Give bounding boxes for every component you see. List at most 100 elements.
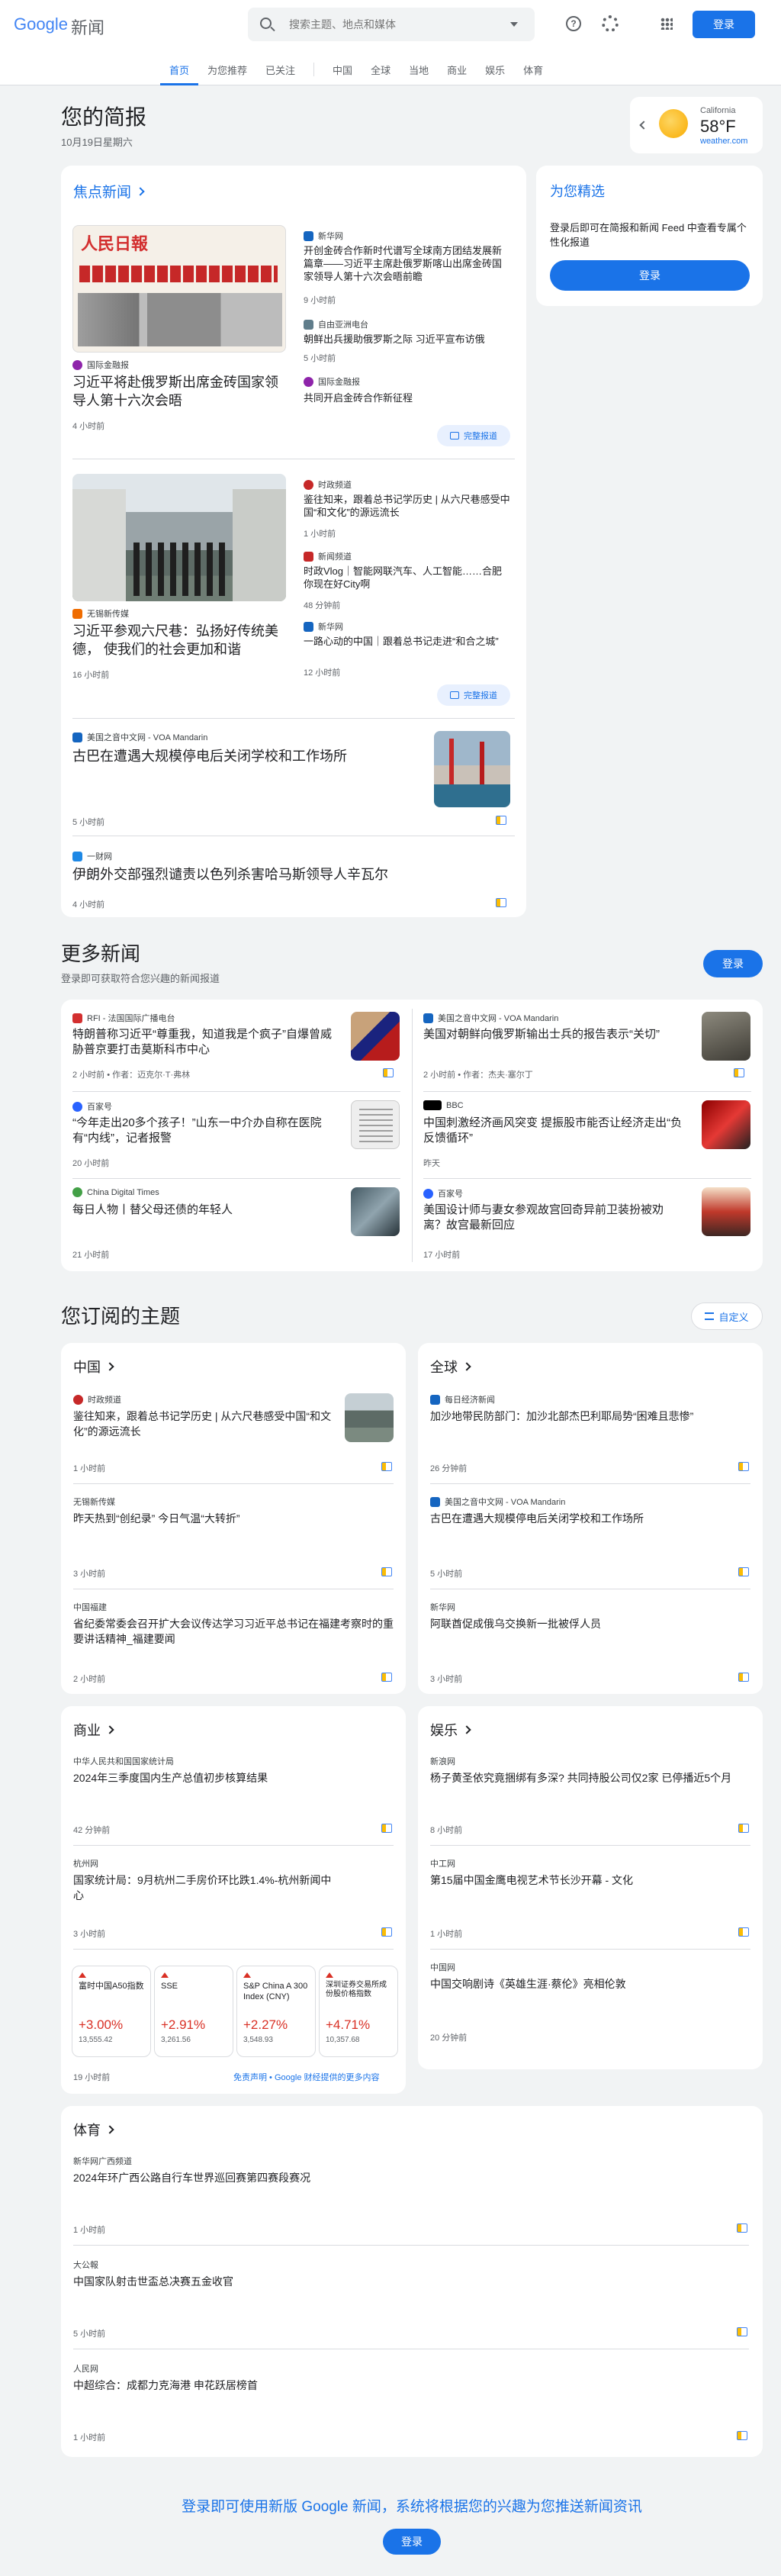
china-item2-headline[interactable]: 昨天热到“创纪录” 今日气温“大转折” bbox=[73, 1511, 378, 1526]
settings-gear-icon[interactable] bbox=[602, 15, 619, 32]
biz-item2-headline[interactable]: 国家统计局：9月杭州二手房价环比跌1.4%-杭州新闻中心 bbox=[73, 1872, 333, 1903]
more-item5-headline[interactable]: 每日人物丨替父母还债的年轻人 bbox=[72, 1203, 332, 1218]
tab-for-you[interactable]: 为您推荐 bbox=[198, 63, 256, 85]
cluster1-sub2-headline[interactable]: 朝鲜出兵援助俄罗斯之际 习近平宣布访俄 bbox=[304, 333, 511, 346]
forbidden-city-visitors-photo[interactable] bbox=[702, 1187, 750, 1236]
china-item2-coverage-icon[interactable] bbox=[381, 1567, 392, 1576]
six-foot-alley-thumb[interactable] bbox=[345, 1393, 394, 1442]
trump-photo[interactable] bbox=[351, 1012, 400, 1061]
tab-home[interactable]: 首页 bbox=[160, 63, 199, 85]
china-item1-coverage-icon[interactable] bbox=[381, 1462, 392, 1471]
story-iran-headline[interactable]: 伊朗外交部强烈谴责以色列杀害哈马斯领导人辛瓦尔 bbox=[72, 865, 500, 884]
tab-sports[interactable]: 体育 bbox=[514, 63, 552, 85]
tab-business[interactable]: 商业 bbox=[438, 63, 476, 85]
sports-item2-headline[interactable]: 中国家队射击世盃总决赛五金收官 bbox=[73, 2274, 729, 2289]
weather-prev-icon[interactable] bbox=[639, 121, 648, 130]
biz-item1-headline[interactable]: 2024年三季度国内生产总值初步核算结果 bbox=[73, 1770, 394, 1785]
world-item2-source-name: 美国之音中文网 - VOA Mandarin bbox=[445, 1498, 566, 1507]
tab-entertainment[interactable]: 娱乐 bbox=[476, 63, 514, 85]
tab-local[interactable]: 当地 bbox=[400, 63, 438, 85]
topic-entertainment-title[interactable]: 娱乐 bbox=[430, 1720, 471, 1740]
header-signin-button[interactable]: 登录 bbox=[693, 11, 755, 38]
sports-item3-headline[interactable]: 中超综合：成都力克海港 申花跃居榜首 bbox=[73, 2378, 729, 2393]
google-news-logo[interactable]: Google 新闻 bbox=[14, 14, 104, 39]
world-item3-headline[interactable]: 阿联酋促成俄乌交换新一批被俘人员 bbox=[430, 1616, 750, 1631]
cluster1-sub1-headline[interactable]: 开创金砖合作新时代谱写全球南方团结发展新篇章——习近平主席赴俄罗斯喀山出席金砖国… bbox=[304, 244, 511, 283]
footer-signin-button[interactable]: 登录 bbox=[383, 2529, 441, 2555]
more-item2-headline[interactable]: 美国对朝鲜向俄罗斯输出士兵的报告表示“关切” bbox=[423, 1027, 683, 1042]
story-cuba-headline[interactable]: 古巴在遭遇大规模停电后关闭学校和工作场所 bbox=[72, 747, 400, 765]
world-item2-headline[interactable]: 古巴在遭遇大规模停电后关闭学校和工作场所 bbox=[430, 1511, 750, 1526]
cluster1-sub1-time: 9 小时前 bbox=[304, 296, 336, 305]
people-daily-newspaper-image[interactable]: 人民日報 bbox=[72, 225, 286, 353]
more-item4-headline[interactable]: 中国刺激经济画风突变 提振股市能否让经济走出“负反馈循环” bbox=[423, 1116, 683, 1146]
stock-market-photo[interactable] bbox=[702, 1100, 750, 1149]
cluster2-sub3-headline[interactable]: 一路心动的中国｜跟着总书记走进“和合之城” bbox=[304, 635, 511, 648]
more-item6-source: 百家号 bbox=[423, 1187, 463, 1199]
more-item1-coverage-icon[interactable] bbox=[383, 1068, 394, 1077]
ent-item1-headline[interactable]: 杨子黄圣依究竟捆绑有多深? 共同持股公司仅2家 已停播近5个月 bbox=[430, 1770, 750, 1785]
cluster1-full-coverage-button[interactable]: 完整报道 bbox=[437, 425, 510, 446]
sports-item1-source-name: 新华网广西频道 bbox=[73, 2157, 132, 2166]
ent-item1-coverage-icon[interactable] bbox=[738, 1824, 749, 1833]
sports-item3-coverage-icon[interactable] bbox=[737, 2431, 747, 2440]
topic-sports-title[interactable]: 体育 bbox=[73, 2120, 114, 2140]
cluster2-sub2-headline[interactable]: 时政Vlog｜智能网联汽车、人工智能……合肥你现在好City啊 bbox=[304, 565, 511, 591]
tab-world[interactable]: 全球 bbox=[362, 63, 400, 85]
search-input[interactable] bbox=[289, 15, 495, 34]
more-item1-headline[interactable]: 特朗普称习近平“尊重我，知道我是个疯子”自爆曾威胁普京要打击莫斯科市中心 bbox=[72, 1027, 332, 1058]
weather-widget[interactable]: California 58°F weather.com bbox=[630, 97, 763, 153]
topic-china-title[interactable]: 中国 bbox=[73, 1357, 114, 1377]
stock-tile-szse[interactable]: 深圳证券交易所成份股价格指数 +4.71% 10,357.68 bbox=[319, 1966, 398, 2057]
top-stories-title[interactable]: 焦点新闻 bbox=[73, 181, 145, 201]
help-icon[interactable]: ? bbox=[566, 16, 581, 31]
stock-tile-sse[interactable]: SSE +2.91% 3,261.56 bbox=[154, 1966, 233, 2057]
biz-item2-coverage-icon[interactable] bbox=[381, 1927, 392, 1937]
sports-item2-coverage-icon[interactable] bbox=[737, 2327, 747, 2336]
sports-item1-headline[interactable]: 2024年环广西公路自行车世界巡回赛第四赛段赛况 bbox=[73, 2170, 729, 2185]
cluster2-full-coverage-button[interactable]: 完整报道 bbox=[437, 684, 510, 706]
header-bar: Google 新闻 ? 登录 首页 为您推荐 已关注 中国 全球 当地 商业 娱… bbox=[0, 0, 781, 85]
search-box[interactable] bbox=[248, 8, 535, 41]
story-iran-coverage-icon[interactable] bbox=[496, 898, 506, 907]
cluster1-main-headline[interactable]: 习近平将赴俄罗斯出席金砖国家领导人第十六次会晤 bbox=[72, 373, 290, 410]
biz-item1-coverage-icon[interactable] bbox=[381, 1824, 392, 1833]
cuba-power-plant-photo[interactable] bbox=[434, 731, 510, 807]
china-item1-headline[interactable]: 鉴往知来，跟着总书记学历史 | 从六尺巷感受中国“和文化”的源远流长 bbox=[73, 1409, 333, 1439]
customize-button[interactable]: 自定义 bbox=[691, 1302, 763, 1330]
six-foot-alley-photo[interactable] bbox=[72, 474, 286, 601]
weather-source-link[interactable]: weather.com bbox=[700, 137, 747, 146]
more-item2-coverage-icon[interactable] bbox=[734, 1068, 744, 1077]
stock-tile-a50[interactable]: 富时中国A50指数 +3.00% 13,555.42 bbox=[72, 1966, 151, 2057]
cluster1-sub3-headline[interactable]: 共同开启金砖合作新征程 bbox=[304, 390, 511, 404]
topic-business-title[interactable]: 商业 bbox=[73, 1720, 114, 1740]
china-item3-coverage-icon[interactable] bbox=[381, 1673, 392, 1682]
more-item6-headline[interactable]: 美国设计师与妻女参观故宫回奇异前卫装扮被劝离？故宫最新回应 bbox=[423, 1203, 683, 1233]
topic-world-title[interactable]: 全球 bbox=[430, 1357, 471, 1377]
ent-item2-coverage-icon[interactable] bbox=[738, 1927, 749, 1937]
china-item3-headline[interactable]: 省纪委常委会召开扩大会议传达学习习近平总书记在福建考察时的重要讲话精神_福建要闻 bbox=[73, 1616, 394, 1647]
finance-disclaimer-link[interactable]: 免责声明 • Google 财经提供的更多内容 bbox=[233, 2071, 380, 2083]
more-news-signin-button[interactable]: 登录 bbox=[703, 950, 763, 977]
stock-tile-sp-china-a300[interactable]: S&P China A 300 Index (CNY) +2.27% 3,548.9… bbox=[236, 1966, 316, 2057]
world-item3-coverage-icon[interactable] bbox=[738, 1673, 749, 1682]
ent-item2-headline[interactable]: 第15届中国金鹰电视艺术节长沙开幕 - 文化 bbox=[430, 1872, 750, 1888]
story-cuba-coverage-icon[interactable] bbox=[496, 816, 506, 825]
picks-signin-button[interactable]: 登录 bbox=[550, 260, 750, 291]
cluster2-sub1-headline[interactable]: 鉴往知来，跟着总书记学历史 | 从六尺巷感受中国“和文化”的源远流长 bbox=[304, 493, 511, 519]
tab-china[interactable]: 中国 bbox=[323, 63, 362, 85]
hospital-document-photo[interactable] bbox=[351, 1100, 400, 1149]
more-item3-headline[interactable]: “今年走出20多个孩子！”山东一中介办自称在医院有“内线”，记者报警 bbox=[72, 1116, 332, 1146]
search-options-dropdown-icon[interactable] bbox=[510, 22, 518, 27]
ent-item3-headline[interactable]: 中国交响剧诗《英雄生涯·蔡伦》亮相伦敦 bbox=[430, 1976, 750, 1992]
sports-item1-coverage-icon[interactable] bbox=[737, 2223, 747, 2233]
world-item2-coverage-icon[interactable] bbox=[738, 1567, 749, 1576]
stock-value: 10,357.68 bbox=[326, 2036, 360, 2044]
apps-grid-icon[interactable] bbox=[660, 18, 673, 30]
cluster2-main-headline[interactable]: 习近平参观六尺巷：弘扬好传统美德， 使我们的社会更加和谐 bbox=[72, 622, 290, 658]
tab-following[interactable]: 已关注 bbox=[256, 63, 304, 85]
world-item1-headline[interactable]: 加沙地带民防部门：加沙北部杰巴利耶局势“困难且悲惨” bbox=[430, 1409, 750, 1424]
young-people-photo[interactable] bbox=[351, 1187, 400, 1236]
world-item1-coverage-icon[interactable] bbox=[738, 1462, 749, 1471]
military-vehicle-photo[interactable] bbox=[702, 1012, 750, 1061]
